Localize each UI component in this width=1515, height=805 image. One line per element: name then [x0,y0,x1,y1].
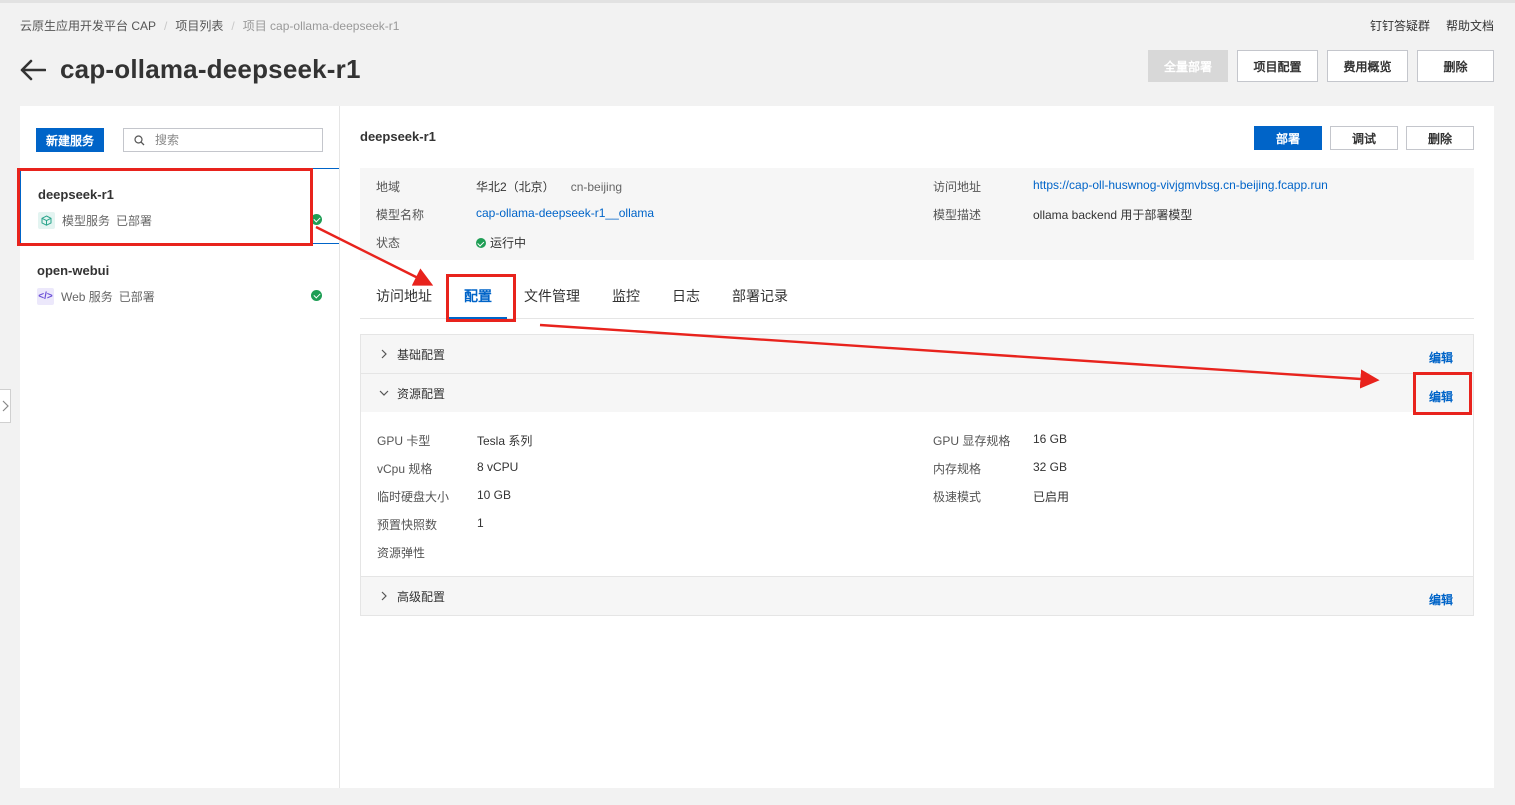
sidebar-expand-toggle[interactable] [0,389,11,423]
model-desc-value: ollama backend 用于部署模型 [1033,208,1193,222]
dingtalk-link[interactable]: 钉钉答疑群 [1370,17,1430,34]
chevron-right-icon [377,589,391,603]
region-value: 华北2（北京） cn-beijing [476,178,622,195]
edit-basic-config-link[interactable]: 编辑 [1429,349,1453,366]
service-status: 已部署 [118,290,155,304]
cube-icon [38,212,55,229]
tab-access-url[interactable]: 访问地址 [376,274,432,318]
vcpu-value: 8 vCPU [477,460,519,474]
back-arrow-icon[interactable] [20,57,46,83]
model-desc-label: 模型描述 [933,208,982,222]
delete-project-button[interactable]: 删除 [1417,50,1494,82]
service-type: 模型服务 [62,214,111,228]
disk-value: 10 GB [477,488,512,502]
snapshot-value: 1 [477,516,484,530]
config-panel: 基础配置 编辑 资源配置 编辑 GPU 卡型 Tesla 系列 GPU 显存规格… [360,334,1474,616]
title-row: cap-ollama-deepseek-r1 [20,54,361,85]
service-search[interactable] [123,128,323,152]
service-item-deepseek-r1[interactable]: deepseek-r1 模型服务 已部署 [20,168,339,244]
header-actions: 全量部署 项目配置 费用概览 删除 [1148,50,1494,82]
deployed-check-icon [311,214,322,225]
fast-mode-label: 极速模式 [933,490,982,504]
region-code: cn-beijing [570,180,623,194]
vcpu-label: vCpu 规格 [377,462,433,476]
service-name: deepseek-r1 [38,187,114,202]
status-label: 状态 [376,236,401,250]
url-link[interactable]: https://cap-oll-huswnog-vivjgmvbsg.cn-be… [1033,178,1328,192]
deployed-check-icon [311,290,322,301]
top-border [0,0,1515,3]
debug-button[interactable]: 调试 [1330,126,1398,150]
service-detail: deepseek-r1 部署 调试 删除 地域 华北2（北京） cn-beijin… [360,106,1474,788]
elastic-label: 资源弹性 [377,546,426,560]
url-label: 访问地址 [933,180,982,194]
main-card: 新建服务 deepseek-r1 模型服务 已部署 open-webui </>… [20,106,1494,788]
deploy-button[interactable]: 部署 [1254,126,1322,150]
code-icon: </> [37,288,54,305]
service-sidebar: 新建服务 deepseek-r1 模型服务 已部署 open-webui </>… [20,106,340,788]
section-resource-config[interactable]: 资源配置 编辑 [361,373,1473,412]
resource-config-details: GPU 卡型 Tesla 系列 GPU 显存规格 16 GB vCpu 规格 8… [361,412,1473,576]
gpu-mem-value: 16 GB [1033,432,1068,446]
service-tabs: 访问地址 配置 文件管理 监控 日志 部署记录 [360,274,1474,319]
breadcrumb: 云原生应用开发平台 CAP / 项目列表 / 项目 cap-ollama-dee… [20,17,399,34]
service-name: open-webui [37,263,110,278]
deploy-all-button[interactable]: 全量部署 [1148,50,1228,82]
running-check-icon [476,238,486,248]
project-config-button[interactable]: 项目配置 [1237,50,1318,82]
cost-overview-button[interactable]: 费用概览 [1327,50,1408,82]
service-type: Web 服务 [61,290,113,304]
gpu-type-value: Tesla 系列 [477,434,533,448]
search-icon [134,134,145,145]
section-title: 资源配置 [397,386,446,401]
model-name-link[interactable]: cap-ollama-deepseek-r1__ollama [476,206,654,220]
breadcrumb-platform[interactable]: 云原生应用开发平台 CAP [20,17,156,34]
service-meta: </> Web 服务 已部署 [37,288,155,305]
top-links: 钉钉答疑群 帮助文档 [1370,17,1494,34]
tab-deploy-history[interactable]: 部署记录 [732,274,788,318]
service-meta: 模型服务 已部署 [38,212,152,229]
service-title: deepseek-r1 [360,129,436,144]
breadcrumb-projects[interactable]: 项目列表 [175,17,223,34]
section-basic-config[interactable]: 基础配置 编辑 [361,335,1473,373]
help-docs-link[interactable]: 帮助文档 [1446,17,1494,34]
section-advanced-config[interactable]: 高级配置 编辑 [361,576,1473,615]
search-input[interactable] [153,132,307,148]
status-value: 运行中 [476,234,526,251]
region-name: 华北2（北京） [476,180,555,194]
chevron-down-icon [377,386,391,400]
new-service-button[interactable]: 新建服务 [36,128,104,152]
chevron-right-icon [377,347,391,361]
model-name-label: 模型名称 [376,208,425,222]
chevron-right-icon [2,400,9,412]
service-item-open-webui[interactable]: open-webui </> Web 服务 已部署 [20,245,339,321]
service-status: 已部署 [116,214,153,228]
gpu-mem-label: GPU 显存规格 [933,434,1011,448]
delete-service-button[interactable]: 删除 [1406,126,1474,150]
tab-monitoring[interactable]: 监控 [612,274,640,318]
breadcrumb-separator: / [164,18,168,33]
tab-file-management[interactable]: 文件管理 [524,274,580,318]
page-title: cap-ollama-deepseek-r1 [60,54,361,84]
section-title: 基础配置 [397,347,446,362]
section-title: 高级配置 [397,589,446,604]
edit-resource-config-link[interactable]: 编辑 [1429,388,1453,405]
service-info-panel: 地域 华北2（北京） cn-beijing 访问地址 https://cap-ol… [360,168,1474,260]
gpu-type-label: GPU 卡型 [377,434,431,448]
tab-logs[interactable]: 日志 [672,274,700,318]
fast-mode-value: 已启用 [1033,490,1070,504]
tab-config[interactable]: 配置 [449,274,507,319]
service-actions: 部署 调试 删除 [1254,126,1474,150]
status-text: 运行中 [490,236,527,250]
memory-label: 内存规格 [933,462,982,476]
breadcrumb-current: 项目 cap-ollama-deepseek-r1 [242,19,400,33]
region-label: 地域 [376,180,401,194]
memory-value: 32 GB [1033,460,1068,474]
breadcrumb-separator: / [231,18,235,33]
edit-advanced-config-link[interactable]: 编辑 [1429,591,1453,608]
snapshot-label: 预置快照数 [377,518,438,532]
disk-label: 临时硬盘大小 [377,490,450,504]
